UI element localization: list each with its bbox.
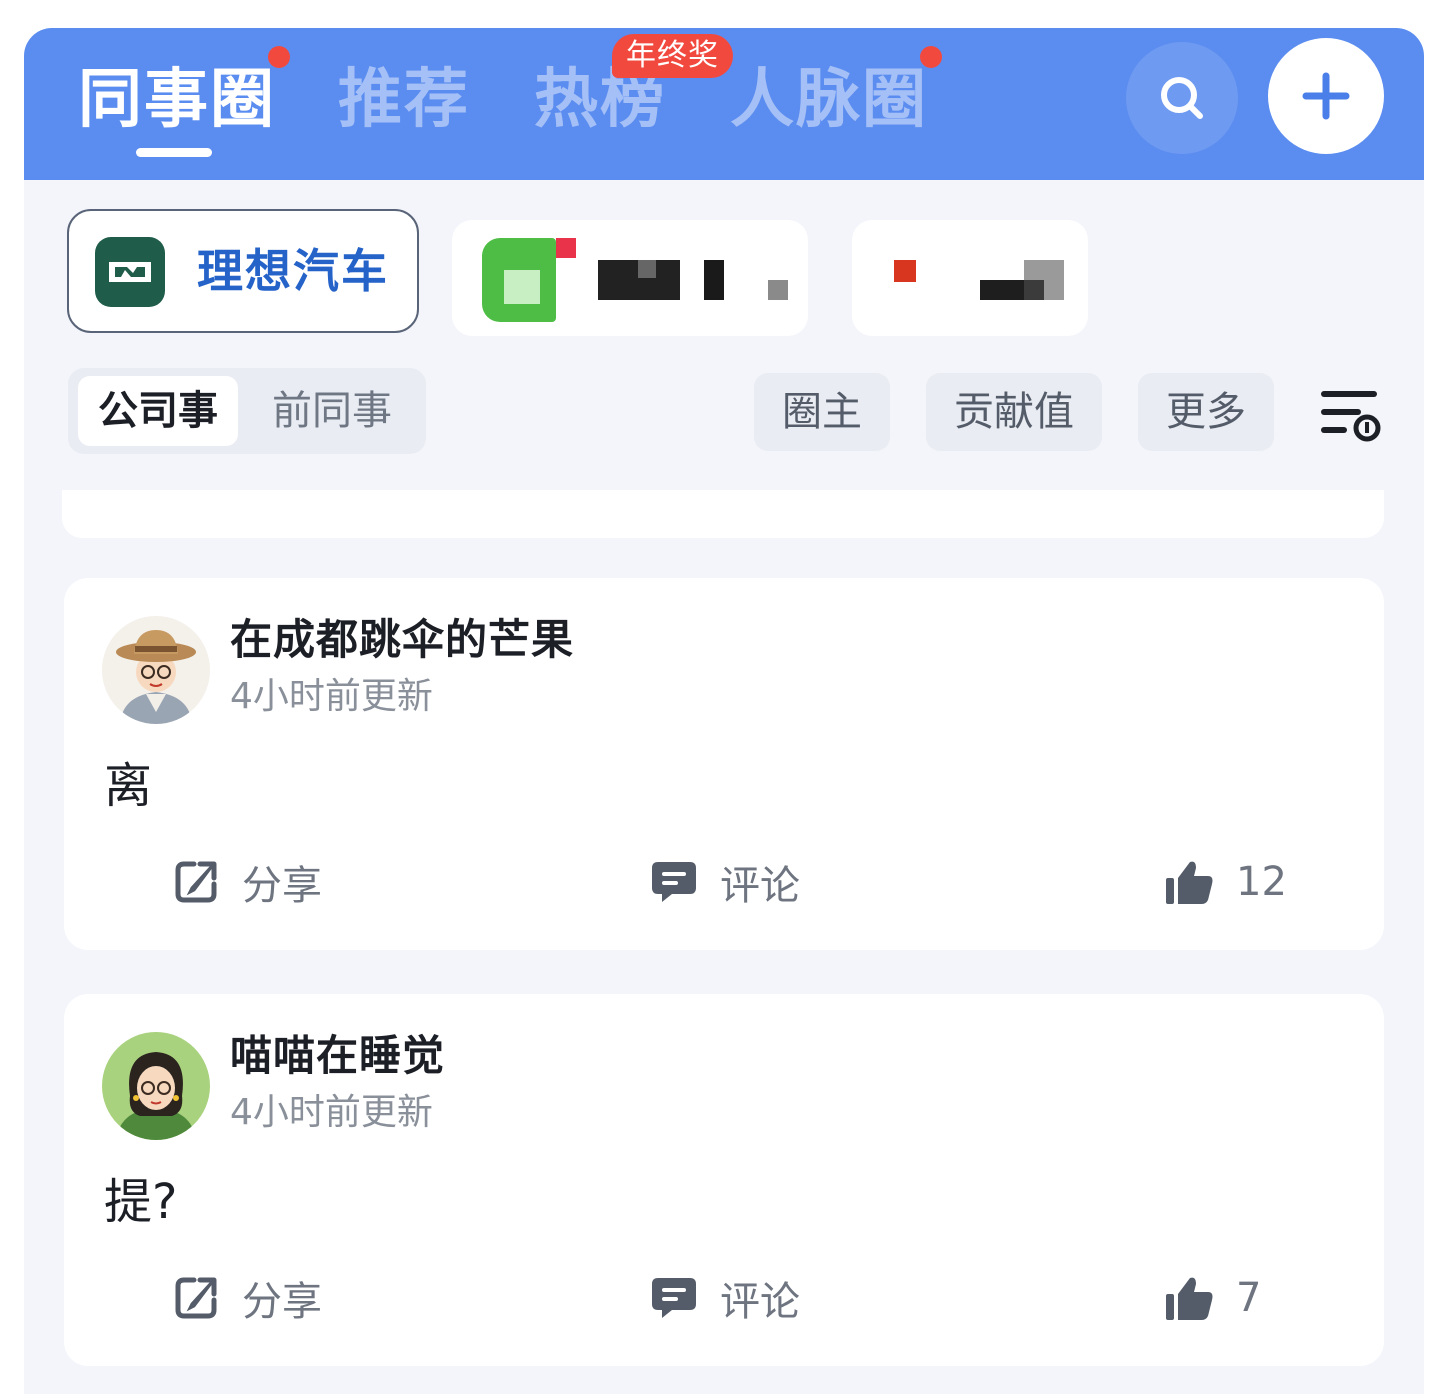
filter-contribution[interactable]: 贡献值: [926, 373, 1102, 451]
company-name: 理想汽车: [197, 244, 389, 298]
tab-recommend[interactable]: 推荐: [338, 64, 470, 136]
comment-label: 评论: [720, 863, 800, 909]
segment-current-company[interactable]: 公司事: [78, 376, 238, 446]
post-card[interactable]: 喵喵在睡觉 4小时前更新 提? 分享 评论 7: [64, 994, 1384, 1366]
comment-icon: [652, 862, 696, 902]
company-chip-blurred[interactable]: [452, 220, 808, 336]
add-post-button[interactable]: [1268, 38, 1384, 154]
notification-dot: [920, 46, 942, 68]
post-content: 离: [104, 758, 153, 814]
share-label: 分享: [242, 1279, 322, 1325]
top-header: 同事圈 推荐 热榜 年终奖 人脉圈: [24, 28, 1424, 180]
li-auto-logo: [95, 237, 165, 307]
active-tab-indicator: [136, 148, 212, 157]
post-time: 4小时前更新: [230, 676, 433, 717]
like-count: 12: [1236, 859, 1287, 905]
filter-sort-icon[interactable]: [1320, 386, 1382, 442]
segment-former-colleagues[interactable]: 前同事: [248, 376, 416, 446]
tab-network[interactable]: 人脉圈: [730, 64, 928, 136]
like-button[interactable]: 12: [1164, 854, 1287, 910]
company-chip-selected[interactable]: 理想汽车: [67, 209, 419, 333]
filter-more[interactable]: 更多: [1138, 373, 1274, 451]
comment-icon: [652, 1278, 696, 1318]
notification-dot: [268, 46, 290, 68]
share-button[interactable]: 分享: [172, 1270, 322, 1326]
author-name[interactable]: 喵喵在睡觉: [230, 1028, 445, 1084]
search-button[interactable]: [1126, 42, 1238, 154]
thumbs-up-icon: [1166, 861, 1213, 904]
like-button[interactable]: 7: [1164, 1270, 1261, 1326]
post-content: 提?: [104, 1174, 178, 1230]
share-icon: [175, 1277, 217, 1319]
comment-button[interactable]: 评论: [650, 854, 800, 910]
comment-button[interactable]: 评论: [650, 1270, 800, 1326]
tab-colleague-circle[interactable]: 同事圈: [78, 64, 276, 136]
comment-label: 评论: [720, 1279, 800, 1325]
avatar[interactable]: [102, 1032, 210, 1140]
post-time: 4小时前更新: [230, 1092, 433, 1133]
share-icon: [175, 861, 217, 903]
search-icon: [1161, 77, 1203, 119]
app-frame: 同事圈 推荐 热榜 年终奖 人脉圈 理想汽车 公司事 前同事 圈主 贡献值 更多…: [24, 28, 1424, 1394]
like-count: 7: [1236, 1275, 1262, 1321]
filter-circle-owner[interactable]: 圈主: [754, 373, 890, 451]
plus-icon: [1302, 72, 1350, 120]
year-end-bonus-badge: 年终奖: [612, 34, 733, 78]
thumbs-up-icon: [1166, 1277, 1213, 1320]
company-chip-blurred[interactable]: [852, 220, 1088, 336]
share-label: 分享: [242, 863, 322, 909]
segment-control: 公司事 前同事: [68, 368, 426, 454]
collapsed-card-strip: [62, 490, 1384, 538]
share-button[interactable]: 分享: [172, 854, 322, 910]
avatar[interactable]: [102, 616, 210, 724]
author-name[interactable]: 在成都跳伞的芒果: [230, 612, 574, 668]
post-card[interactable]: 在成都跳伞的芒果 4小时前更新 离 分享 评论 12: [64, 578, 1384, 950]
